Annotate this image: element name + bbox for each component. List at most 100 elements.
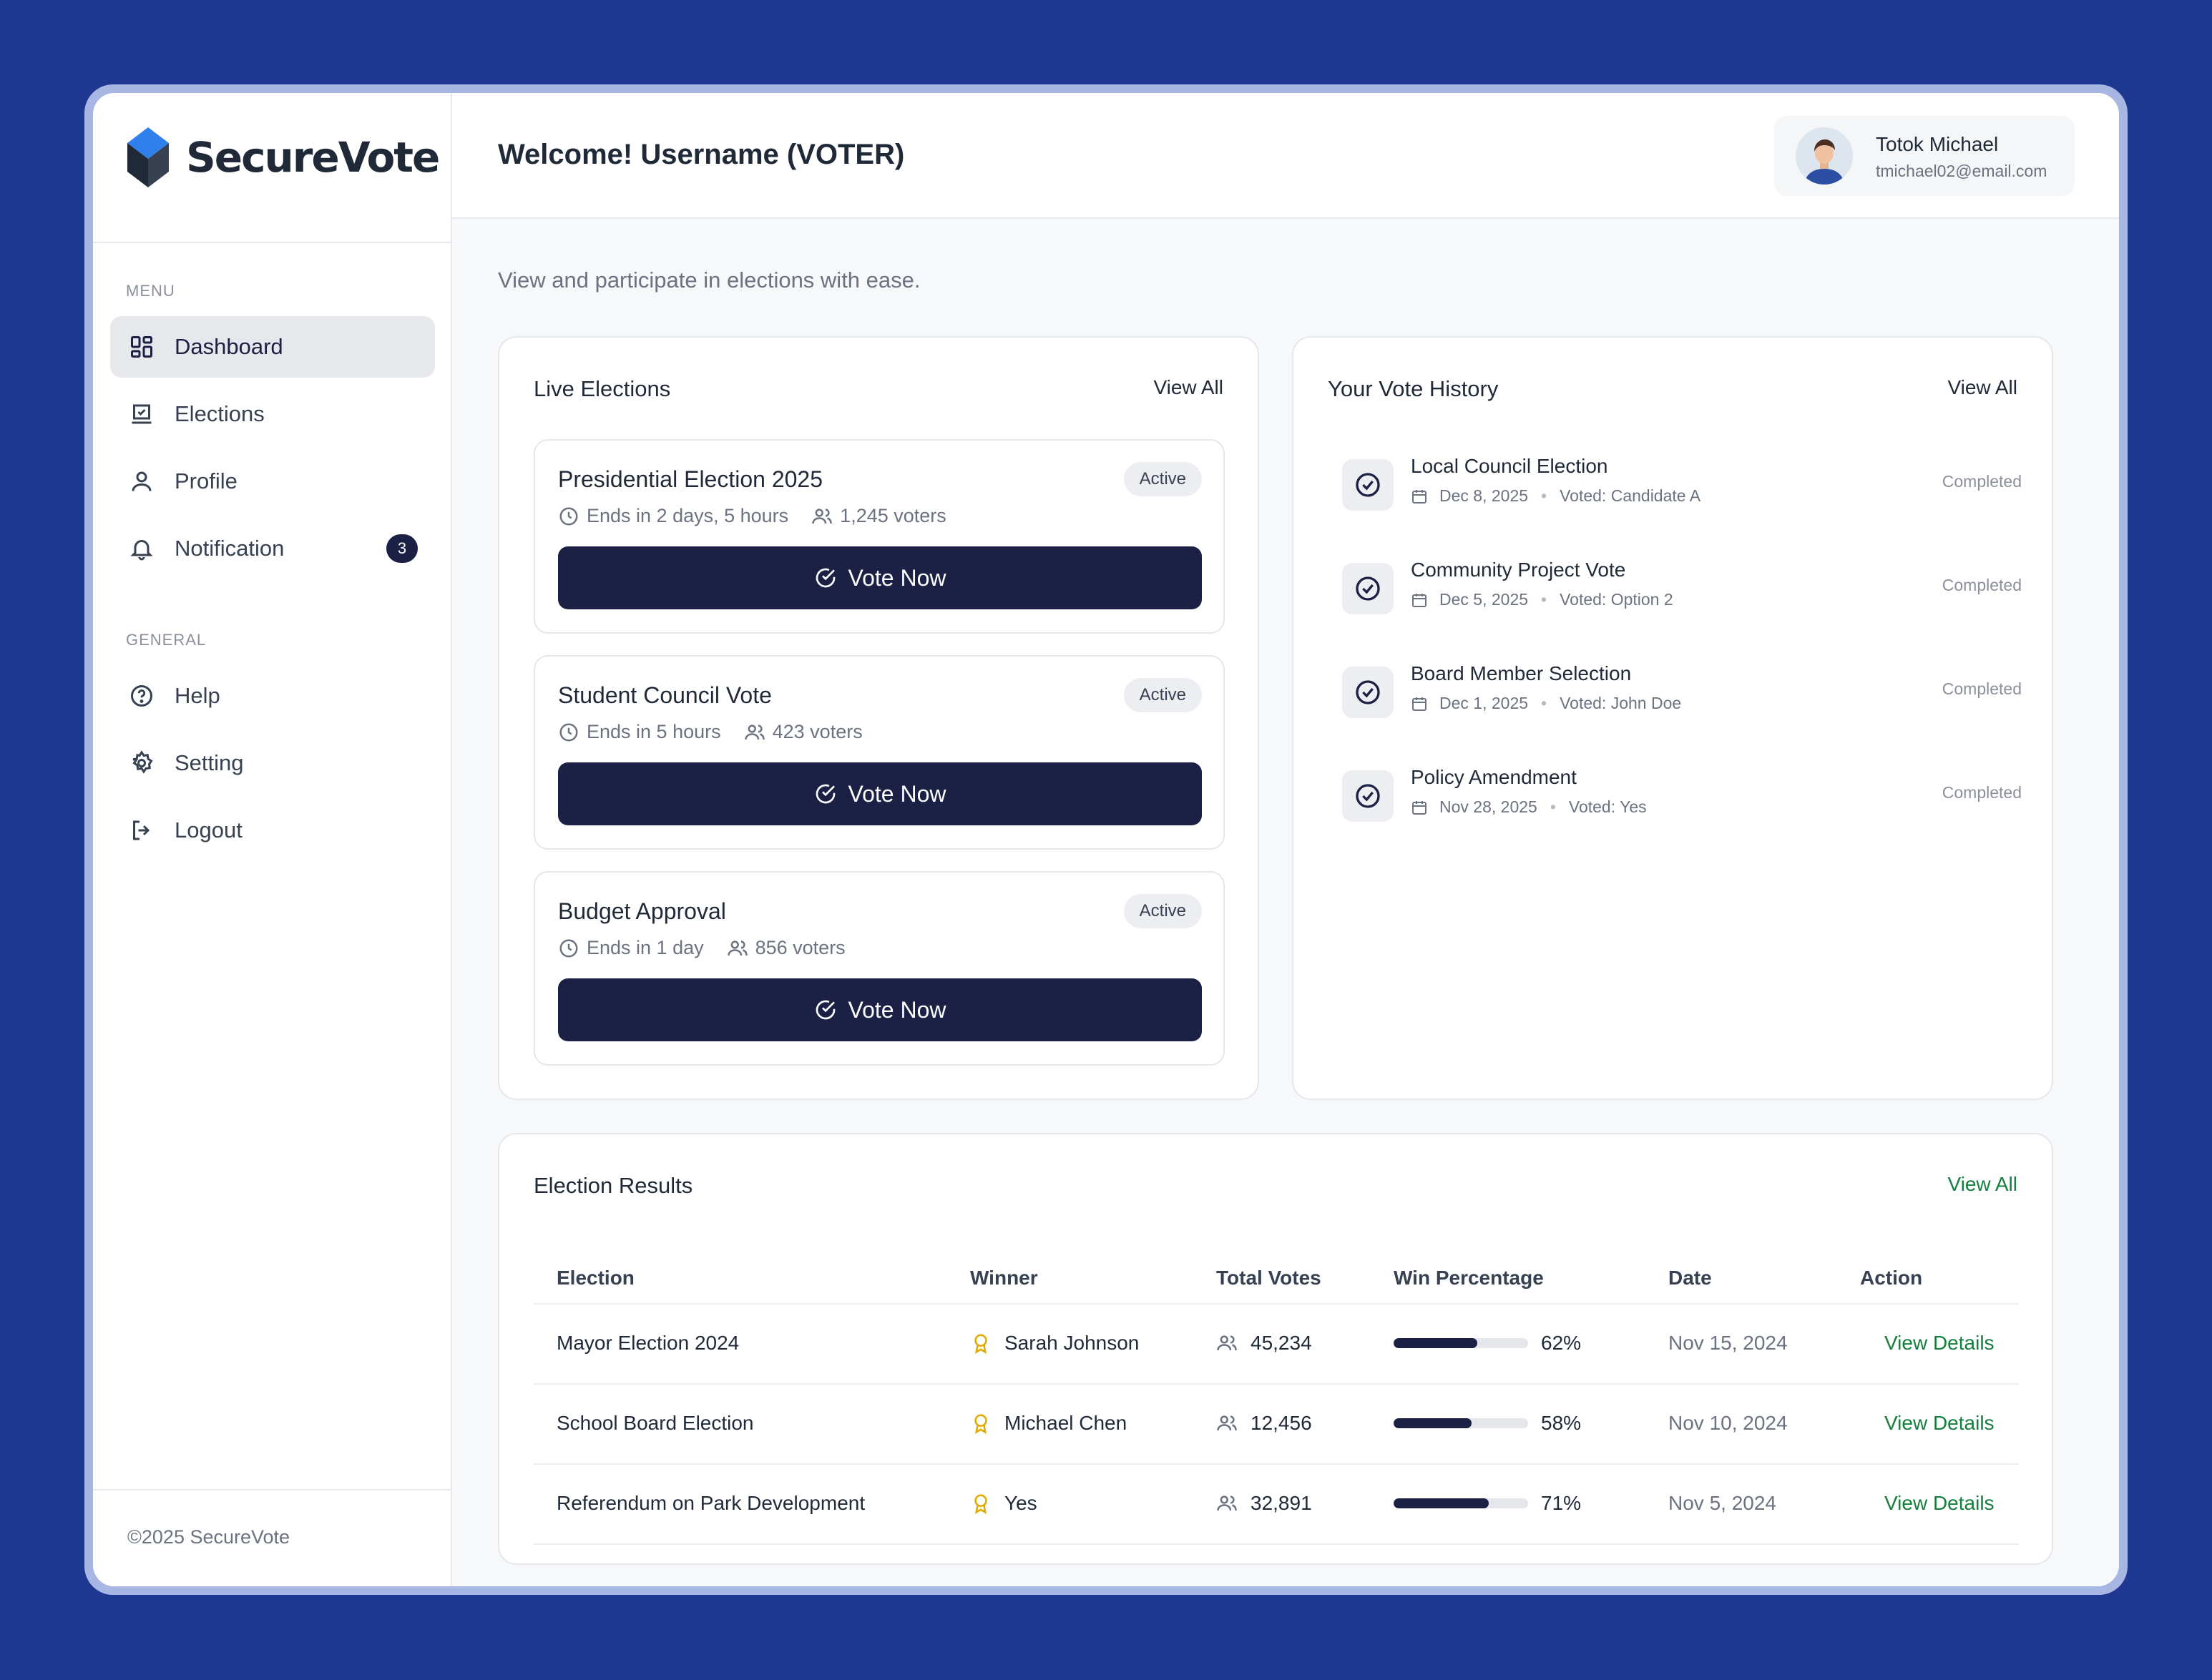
sidebar-item-setting[interactable]: Setting xyxy=(110,732,435,794)
win-percentage-value: 71% xyxy=(1541,1492,1582,1514)
election-item: Presidential Election 2025 Active Ends i… xyxy=(534,439,1225,634)
avatar xyxy=(1796,127,1853,185)
cell-date: Nov 5, 2024 xyxy=(1668,1492,1776,1514)
view-details-link[interactable]: View Details xyxy=(1884,1483,1995,1523)
users-icon xyxy=(1217,1495,1237,1511)
vote-choice: Voted: Option 2 xyxy=(1560,590,1673,609)
calendar-icon xyxy=(1412,800,1426,815)
logout-icon xyxy=(127,816,156,845)
cell-date: Nov 15, 2024 xyxy=(1668,1332,1788,1354)
election-time-left: Ends in 1 day xyxy=(587,937,704,958)
top-header: Welcome! Username (VOTER) Totok Michael … xyxy=(452,93,2119,219)
user-icon xyxy=(127,467,156,496)
sidebar-item-dashboard[interactable]: Dashboard xyxy=(110,316,435,378)
sidebar-item-notification[interactable]: Notification 3 xyxy=(110,518,435,579)
winner-name: Sarah Johnson xyxy=(1004,1332,1140,1354)
election-voter-count: 423 voters xyxy=(772,721,863,742)
election-results-title: Election Results xyxy=(534,1173,693,1198)
sidebar-item-profile[interactable]: Profile xyxy=(110,451,435,512)
column-header-action: Action xyxy=(1860,1267,1923,1289)
vote-now-button[interactable]: Vote Now xyxy=(558,762,1202,825)
users-icon xyxy=(727,940,748,956)
status-badge: Active xyxy=(1123,678,1202,712)
vote-choice: Voted: John Doe xyxy=(1560,694,1682,712)
election-results-view-all-link[interactable]: View All xyxy=(1947,1173,2017,1196)
page-title: Welcome! Username (VOTER) xyxy=(498,139,905,170)
view-details-link[interactable]: View Details xyxy=(1884,1403,1995,1443)
vote-now-button[interactable]: Vote Now xyxy=(558,546,1202,609)
vote-date: Nov 28, 2025 xyxy=(1439,797,1537,816)
election-meta: Ends in 2 days, 5 hours 1,245 voters xyxy=(558,505,946,527)
clock-icon xyxy=(559,723,578,741)
view-details-link[interactable]: View Details xyxy=(1884,1323,1995,1363)
cell-win-percentage: 71% xyxy=(1394,1483,1581,1523)
cell-total-votes: 32,891 xyxy=(1216,1483,1312,1523)
table-header-divider xyxy=(534,1303,2019,1305)
sidebar-item-label: Notification xyxy=(175,536,285,561)
vote-now-label: Vote Now xyxy=(848,996,946,1023)
vote-history-meta: Nov 28, 2025 • Voted: Yes xyxy=(1411,797,1647,817)
vote-choice: Voted: Yes xyxy=(1568,797,1647,816)
win-percentage-bar xyxy=(1394,1498,1528,1508)
vote-history-card: Your Vote History View All Local Council… xyxy=(1292,336,2053,1100)
column-header-date: Date xyxy=(1668,1267,1712,1289)
vote-date: Dec 1, 2025 xyxy=(1439,694,1529,712)
status-badge: Completed xyxy=(1942,472,2022,491)
vote-history-title-text: Board Member Selection xyxy=(1411,662,1632,684)
election-item: Budget Approval Active Ends in 1 day 856… xyxy=(534,871,1225,1066)
sidebar: SecureVote MENU Dashboard Elections Prof… xyxy=(93,93,452,1586)
sidebar-item-logout[interactable]: Logout xyxy=(110,800,435,861)
win-percentage-value: 62% xyxy=(1541,1332,1582,1354)
vote-history-title: Your Vote History xyxy=(1328,376,1499,401)
election-meta: Ends in 1 day 856 voters xyxy=(558,937,846,959)
election-name: Budget Approval xyxy=(558,898,726,924)
sidebar-item-label: Help xyxy=(175,683,220,708)
calendar-icon xyxy=(1412,593,1426,607)
notification-count-badge: 3 xyxy=(386,534,418,563)
sidebar-item-label: Elections xyxy=(175,401,265,426)
win-percentage-bar xyxy=(1394,1418,1528,1428)
logo-icon xyxy=(127,127,169,187)
table-row-divider xyxy=(534,1383,2019,1385)
total-votes-value: 32,891 xyxy=(1251,1492,1312,1514)
win-percentage-bar-fill xyxy=(1394,1498,1489,1508)
cell-winner: Sarah Johnson xyxy=(970,1323,1139,1363)
win-percentage-bar-fill xyxy=(1394,1338,1477,1348)
election-name: Student Council Vote xyxy=(558,682,772,708)
column-header-election: Election xyxy=(557,1267,635,1289)
vote-now-label: Vote Now xyxy=(848,564,946,591)
vote-history-meta: Dec 1, 2025 • Voted: John Doe xyxy=(1411,694,1681,713)
vote-date: Dec 5, 2025 xyxy=(1439,590,1529,609)
win-percentage-bar xyxy=(1394,1338,1528,1348)
users-icon xyxy=(1217,1335,1237,1351)
vote-history-item[interactable]: Policy Amendment Nov 28, 2025 • Voted: Y… xyxy=(1342,762,2022,833)
status-badge: Active xyxy=(1123,462,1202,496)
vote-history-title-text: Policy Amendment xyxy=(1411,766,1577,788)
sidebar-divider xyxy=(93,242,452,243)
cell-winner: Michael Chen xyxy=(970,1403,1127,1443)
users-icon xyxy=(744,724,765,740)
check-circle-icon xyxy=(816,1000,835,1020)
total-votes-value: 45,234 xyxy=(1251,1332,1312,1354)
election-results-card: Election Results View All Election Winne… xyxy=(498,1133,2053,1565)
vote-history-view-all-link[interactable]: View All xyxy=(1947,376,2017,399)
logo[interactable]: SecureVote xyxy=(124,127,440,187)
sidebar-item-elections[interactable]: Elections xyxy=(110,383,435,445)
user-name: Totok Michael xyxy=(1876,133,1999,155)
vote-history-item[interactable]: Board Member Selection Dec 1, 2025 • Vot… xyxy=(1342,658,2022,730)
live-elections-card: Live Elections View All Presidential Ele… xyxy=(498,336,1259,1100)
vote-now-button[interactable]: Vote Now xyxy=(558,978,1202,1041)
vote-now-label: Vote Now xyxy=(848,780,946,807)
vote-history-item[interactable]: Community Project Vote Dec 5, 2025 • Vot… xyxy=(1342,554,2022,626)
sidebar-item-help[interactable]: Help xyxy=(110,665,435,727)
cell-total-votes: 12,456 xyxy=(1216,1403,1312,1443)
election-voter-count: 856 voters xyxy=(755,937,846,958)
live-elections-title: Live Elections xyxy=(534,376,671,401)
election-name: Presidential Election 2025 xyxy=(558,466,823,492)
user-profile-card[interactable]: Totok Michael tmichael02@email.com xyxy=(1774,116,2075,196)
column-header-win-percentage: Win Percentage xyxy=(1394,1267,1544,1289)
election-voter-count: 1,245 voters xyxy=(840,505,946,526)
vote-history-item[interactable]: Local Council Election Dec 8, 2025 • Vot… xyxy=(1342,451,2022,522)
dashboard-icon xyxy=(127,333,156,361)
live-elections-view-all-link[interactable]: View All xyxy=(1153,376,1223,399)
